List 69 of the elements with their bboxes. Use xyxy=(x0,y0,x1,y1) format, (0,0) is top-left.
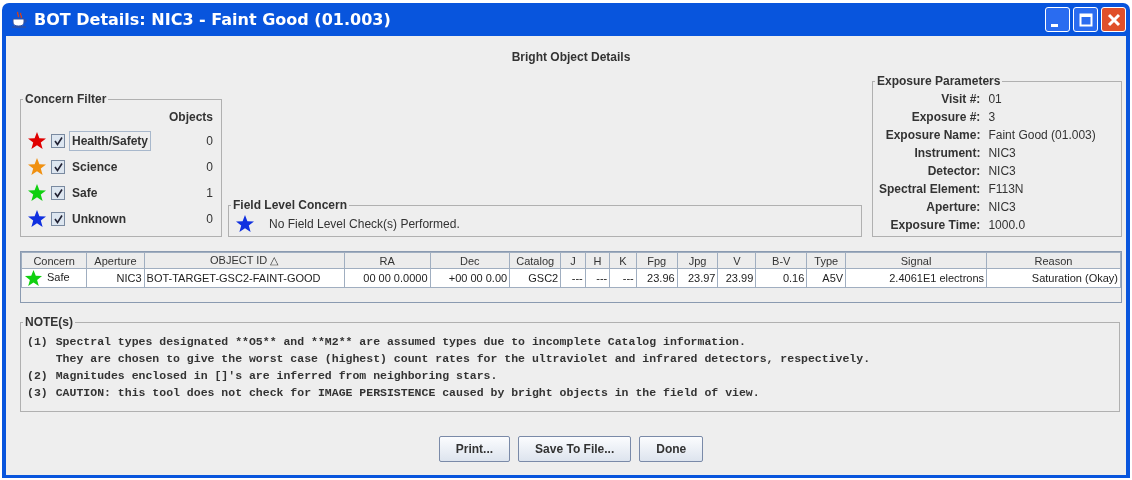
note-text: They are chosen to give the worst case (highest) count rates for the ultraviolet and infrared detectors, respectively. xyxy=(55,351,871,367)
column-header[interactable]: Signal xyxy=(845,252,987,269)
close-button[interactable] xyxy=(1101,7,1126,32)
note-number: (1) xyxy=(27,334,48,350)
dialog-heading: Bright Object Details xyxy=(510,50,632,64)
group-title: Field Level Concern xyxy=(232,198,349,212)
group-title: Concern Filter xyxy=(24,92,108,106)
checkbox[interactable] xyxy=(51,212,65,226)
status-message: No Field Level Check(s) Performed. xyxy=(269,217,460,231)
field-value: 01 xyxy=(988,92,1003,106)
column-header[interactable]: Aperture xyxy=(86,252,145,269)
window-title: BOT Details: NIC3 - Faint Good (01.003) xyxy=(34,10,391,29)
group-title: Exposure Parameters xyxy=(876,74,1002,88)
column-header[interactable]: Reason xyxy=(986,252,1121,269)
column-header[interactable]: J xyxy=(560,252,586,269)
note-text: CAUTION: this tool does not check for IMAGE PERSISTENCE caused by bright objects in the field of view. xyxy=(55,385,760,401)
checkbox-label[interactable]: Science xyxy=(69,157,121,177)
object-count: 0 xyxy=(206,160,214,174)
maximize-button[interactable] xyxy=(1073,7,1098,32)
field-value: NIC3 xyxy=(988,146,1017,160)
column-header[interactable]: Catalog xyxy=(509,252,561,269)
column-header: Objects xyxy=(168,109,214,126)
object-count: 0 xyxy=(206,212,214,226)
column-header[interactable]: B-V xyxy=(755,252,807,269)
checkbox[interactable] xyxy=(51,186,65,200)
dialog-button[interactable]: Done xyxy=(639,436,704,462)
column-header[interactable]: H xyxy=(585,252,610,269)
checkbox-label[interactable]: Health/Safety xyxy=(69,131,152,151)
column-header[interactable]: OBJECT ID △ xyxy=(144,252,345,269)
minimize-icon xyxy=(1051,24,1058,27)
checkbox-label[interactable]: Safe xyxy=(69,183,101,203)
field-label: Exposure Name: xyxy=(884,128,981,142)
column-header[interactable]: Type xyxy=(806,252,846,269)
dialog-button[interactable]: Save To File... xyxy=(518,436,632,462)
checkbox[interactable] xyxy=(51,160,65,174)
note-text: Spectral types designated **O5** and **M2** are assumed types due to incomplete Catalog information. xyxy=(55,334,747,350)
column-header[interactable]: RA xyxy=(344,252,430,269)
column-header[interactable]: Concern xyxy=(21,252,87,269)
field-value: F113N xyxy=(988,182,1025,196)
field-label: Aperture: xyxy=(925,200,981,214)
maximize-icon xyxy=(1078,12,1093,27)
field-label: Spectral Element: xyxy=(879,182,981,196)
field-label: Exposure Time: xyxy=(889,218,981,232)
field-label: Visit #: xyxy=(940,92,981,106)
field-label: Instrument: xyxy=(913,146,981,160)
object-count: 0 xyxy=(206,134,214,148)
checkbox[interactable] xyxy=(51,134,65,148)
field-value: Faint Good (01.003) xyxy=(988,128,1097,142)
field-label: Detector: xyxy=(926,164,981,178)
note-number: (3) xyxy=(27,385,48,401)
note-number: (2) xyxy=(27,368,48,384)
object-count: 1 xyxy=(206,186,214,200)
dialog-button[interactable]: Print... xyxy=(438,436,511,462)
field-value: NIC3 xyxy=(988,164,1017,178)
checkbox-label[interactable]: Unknown xyxy=(69,209,129,229)
note-text: Magnitudes enclosed in []'s are inferred from neighboring stars. xyxy=(55,368,498,384)
column-header[interactable]: V xyxy=(717,252,756,269)
column-header[interactable]: K xyxy=(609,252,637,269)
column-header[interactable]: Fpg xyxy=(636,252,678,269)
column-header[interactable]: Jpg xyxy=(677,252,718,269)
field-value: 3 xyxy=(988,110,997,124)
field-value: NIC3 xyxy=(988,200,1017,214)
group-title: NOTE(s) xyxy=(24,315,74,329)
coffee-cup-icon xyxy=(10,10,28,29)
close-icon xyxy=(1106,12,1121,27)
field-label: Exposure #: xyxy=(910,110,981,124)
column-header[interactable]: Dec xyxy=(430,252,510,269)
field-value: 1000.0 xyxy=(988,218,1027,232)
minimize-button[interactable] xyxy=(1045,7,1070,32)
